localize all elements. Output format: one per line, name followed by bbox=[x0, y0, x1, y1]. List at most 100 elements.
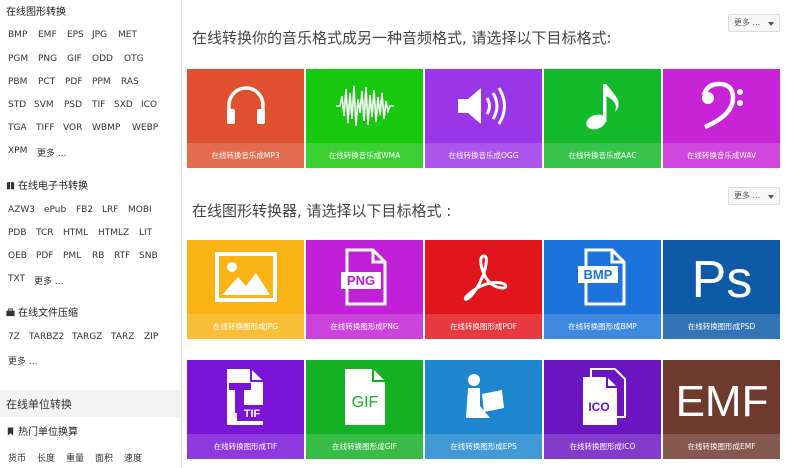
format-link-ppm[interactable]: PPM bbox=[92, 77, 111, 87]
format-link-jpg[interactable]: JPG bbox=[92, 30, 107, 40]
format-link-bmp[interactable]: BMP bbox=[8, 30, 27, 40]
format-link-targz[interactable]: TARGZ bbox=[72, 332, 102, 342]
unit-conversion-bar[interactable]: 在线单位转换 bbox=[0, 390, 181, 417]
main-content: 在线转换你的音乐格式成另一种音频格式, 请选择以下目标格式: 更多 ... 在线… bbox=[182, 0, 805, 468]
photoshop-icon: Ps bbox=[691, 251, 752, 305]
sidebar-heading-archive: 在线文件压缩 bbox=[6, 304, 78, 319]
unit-link-length[interactable]: 长度 bbox=[37, 451, 55, 464]
book-icon bbox=[6, 181, 15, 190]
tile-caption: 在线转换音乐成WMA bbox=[306, 143, 423, 168]
tile-png[interactable]: PNG 在线转换图形成PNG bbox=[306, 240, 423, 339]
format-link-tcr[interactable]: TCR bbox=[36, 228, 54, 238]
tile-ogg[interactable]: 在线转换音乐成OGG bbox=[425, 69, 542, 168]
more-link-graphics[interactable]: 更多 ... bbox=[37, 146, 66, 159]
tile-caption: 在线转换图形成BMP bbox=[544, 314, 661, 339]
format-link-met[interactable]: MET bbox=[118, 30, 137, 40]
tile-caption: 在线转换图形成EMF bbox=[663, 434, 780, 459]
tile-psd[interactable]: Ps 在线转换图形成PSD bbox=[663, 240, 780, 339]
format-link-psd[interactable]: PSD bbox=[64, 100, 82, 110]
format-link-pdf[interactable]: PDF bbox=[65, 77, 83, 87]
format-link-otg[interactable]: OTG bbox=[124, 54, 144, 64]
tile-ico[interactable]: ICO 在线转换图形成ICO bbox=[544, 360, 661, 459]
more-link-archive[interactable]: 更多 ... bbox=[8, 354, 37, 367]
tile-caption: 在线转换音乐成MP3 bbox=[187, 143, 304, 168]
unit-link-weight[interactable]: 重量 bbox=[66, 451, 84, 464]
format-link-tga[interactable]: TGA bbox=[8, 123, 27, 133]
format-link-zip[interactable]: ZIP bbox=[144, 332, 158, 342]
svg-text:Ps: Ps bbox=[691, 251, 752, 305]
tile-caption: 在线转换图形成ICO bbox=[544, 434, 661, 459]
tile-tif[interactable]: TIF 在线转换图形成TIF bbox=[187, 360, 304, 459]
format-link-rtf[interactable]: RTF bbox=[114, 251, 130, 261]
format-link-gif[interactable]: GIF bbox=[67, 54, 82, 64]
tile-caption: 在线转换图形成EPS bbox=[425, 434, 542, 459]
format-link-pct[interactable]: PCT bbox=[38, 77, 55, 87]
svg-text:GIF: GIF bbox=[351, 394, 378, 411]
format-link-lit[interactable]: LIT bbox=[139, 228, 152, 238]
format-link-tif[interactable]: TIF bbox=[92, 100, 105, 110]
format-link-svm[interactable]: SVM bbox=[34, 100, 54, 110]
more-link-ebook[interactable]: 更多 ... bbox=[34, 274, 63, 287]
format-link-ras[interactable]: RAS bbox=[121, 77, 139, 87]
format-link-tiff[interactable]: TIFF bbox=[36, 123, 55, 133]
sidebar-heading-graphics: 在线图形转换 bbox=[6, 7, 66, 18]
format-link-pdb[interactable]: PDB bbox=[8, 228, 27, 238]
unit-link-area[interactable]: 面积 bbox=[95, 451, 113, 464]
image-more-dropdown[interactable]: 更多 ... bbox=[728, 187, 780, 205]
tile-gif[interactable]: GIF 在线转换图形成GIF bbox=[306, 360, 423, 459]
format-link-wbmp[interactable]: WBMP bbox=[92, 123, 120, 133]
format-link-std[interactable]: STD bbox=[8, 100, 26, 110]
format-link-rb[interactable]: RB bbox=[92, 251, 104, 261]
ico-file-icon: ICO bbox=[582, 368, 626, 425]
tile-jpg[interactable]: 在线转换图形成JPG bbox=[187, 240, 304, 339]
format-link-pml[interactable]: PML bbox=[63, 251, 81, 261]
format-link-pbm[interactable]: PBM bbox=[8, 77, 27, 87]
emf-text-icon: EMF bbox=[677, 377, 767, 422]
tile-wav[interactable]: 在线转换音乐成WAV bbox=[663, 69, 780, 168]
tile-aac[interactable]: 在线转换音乐成AAC bbox=[544, 69, 661, 168]
format-link-tarbz2[interactable]: TARBZ2 bbox=[29, 332, 64, 342]
tile-bmp[interactable]: BMP 在线转换图形成BMP bbox=[544, 240, 661, 339]
tif-file-icon: TIF bbox=[226, 369, 267, 425]
tile-emf[interactable]: EMF 在线转换图形成EMF bbox=[663, 360, 780, 459]
format-link-png[interactable]: PNG bbox=[38, 54, 57, 64]
audio-more-dropdown[interactable]: 更多 ... bbox=[728, 14, 780, 32]
tile-caption: 在线转换图形成PDF bbox=[425, 314, 542, 339]
format-link-odd[interactable]: ODD bbox=[92, 54, 113, 64]
format-link-pgm[interactable]: PGM bbox=[8, 54, 28, 64]
unit-link-currency[interactable]: 货币 bbox=[8, 451, 26, 464]
sidebar-heading-popular-units: 热门单位换算 bbox=[6, 423, 78, 438]
format-link-oeb[interactable]: OEB bbox=[8, 251, 27, 261]
format-link-lrf[interactable]: LRF bbox=[102, 205, 118, 215]
format-link-azw3[interactable]: AZW3 bbox=[8, 205, 35, 215]
format-link-ico[interactable]: ICO bbox=[141, 100, 157, 110]
tile-wma[interactable]: 在线转换音乐成WMA bbox=[306, 69, 423, 168]
format-link-sxd[interactable]: SXD bbox=[114, 100, 133, 110]
svg-text:ICO: ICO bbox=[588, 400, 609, 414]
format-link-emf[interactable]: EMF bbox=[38, 30, 57, 40]
format-link-mobi[interactable]: MOBI bbox=[128, 205, 152, 215]
music-note-icon bbox=[585, 84, 619, 130]
format-link-vor[interactable]: VOR bbox=[63, 123, 82, 133]
format-link-epub[interactable]: ePub bbox=[44, 205, 66, 215]
format-link-webp[interactable]: WEBP bbox=[132, 123, 158, 133]
format-link-tarz[interactable]: TARZ bbox=[111, 332, 134, 342]
tile-mp3[interactable]: 在线转换音乐成MP3 bbox=[187, 69, 304, 168]
format-link-pdf-ebook[interactable]: PDF bbox=[36, 251, 54, 261]
tile-pdf[interactable]: 在线转换图形成PDF bbox=[425, 240, 542, 339]
tile-caption: 在线转换音乐成WAV bbox=[663, 143, 780, 168]
format-link-xpm[interactable]: XPM bbox=[8, 146, 27, 156]
format-link-7z[interactable]: 7Z bbox=[8, 332, 20, 342]
format-link-eps[interactable]: EPS bbox=[67, 30, 84, 40]
tile-caption: 在线转换音乐成OGG bbox=[425, 143, 542, 168]
image-section-title: 在线图形转换器, 请选择以下目标格式 : bbox=[192, 202, 452, 220]
unit-link-speed[interactable]: 速度 bbox=[124, 451, 142, 464]
format-link-snb[interactable]: SNB bbox=[139, 251, 158, 261]
format-link-fb2[interactable]: FB2 bbox=[76, 205, 93, 215]
format-link-txt[interactable]: TXT bbox=[8, 274, 25, 284]
tile-caption: 在线转换图形成GIF bbox=[306, 434, 423, 459]
format-link-htmlz[interactable]: HTMLZ bbox=[98, 228, 129, 238]
format-link-html[interactable]: HTML bbox=[63, 228, 88, 238]
svg-text:BMP: BMP bbox=[583, 267, 612, 282]
tile-eps[interactable]: 在线转换图形成EPS bbox=[425, 360, 542, 459]
